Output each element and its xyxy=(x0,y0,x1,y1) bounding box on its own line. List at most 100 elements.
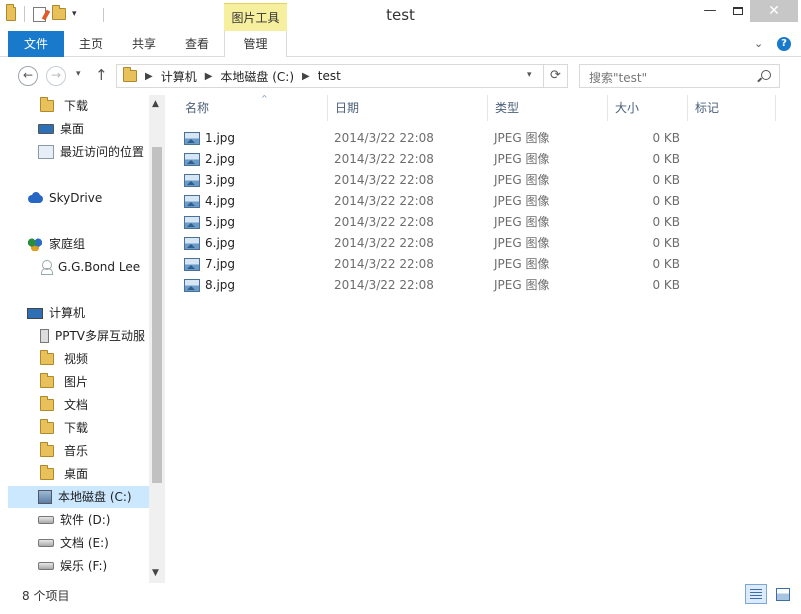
file-type: JPEG 图像 xyxy=(494,152,550,166)
folder-icon xyxy=(123,67,137,82)
breadcrumb-separator-icon[interactable]: ▶ xyxy=(145,71,153,82)
file-size: 0 KB xyxy=(652,278,680,292)
sidebar-item-drive-d[interactable]: 软件 (D:) xyxy=(38,509,110,531)
sidebar-item-homegroup[interactable]: 家庭组 xyxy=(27,233,85,255)
toolbar-divider xyxy=(24,6,25,22)
table-row[interactable]: 3.jpg 2014/3/22 22:08 JPEG 图像 0 KB xyxy=(184,170,784,191)
sidebar-item-drive-e[interactable]: 文档 (E:) xyxy=(38,532,109,554)
file-name: 4.jpg xyxy=(205,194,236,208)
table-row[interactable]: 4.jpg 2014/3/22 22:08 JPEG 图像 0 KB xyxy=(184,191,784,212)
sidebar-item-recent-places[interactable]: 最近访问的位置 xyxy=(38,141,144,163)
tab-file[interactable]: 文件 xyxy=(8,31,64,57)
sidebar-item-videos[interactable]: 视频 xyxy=(38,348,88,370)
sidebar-item-pptv[interactable]: PPTV多屏互动服 xyxy=(40,325,145,347)
sidebar-item-documents[interactable]: 文档 xyxy=(38,394,88,416)
table-row[interactable]: 6.jpg 2014/3/22 22:08 JPEG 图像 0 KB xyxy=(184,233,784,254)
sidebar-item-desktop[interactable]: 桌面 xyxy=(38,118,84,140)
scroll-up-arrow-icon[interactable]: ▲ xyxy=(152,99,159,109)
breadcrumb-test[interactable]: test xyxy=(318,69,341,83)
address-bar[interactable]: ▶ 计算机 ▶ 本地磁盘 (C:) ▶ test ▾ ⟳ xyxy=(116,64,568,88)
sidebar-item-music[interactable]: 音乐 xyxy=(38,440,88,462)
column-header-tags[interactable]: 标记 xyxy=(688,95,776,121)
table-row[interactable]: 8.jpg 2014/3/22 22:08 JPEG 图像 0 KB xyxy=(184,275,784,296)
image-file-icon xyxy=(184,153,200,166)
search-icon[interactable] xyxy=(761,70,771,80)
column-header-type[interactable]: 类型 xyxy=(488,95,608,121)
drive-icon xyxy=(38,539,54,547)
tab-home[interactable]: 主页 xyxy=(64,31,118,57)
file-size: 0 KB xyxy=(652,215,680,229)
sidebar-item-computer[interactable]: 计算机 xyxy=(27,302,85,324)
file-size: 0 KB xyxy=(652,152,680,166)
help-icon[interactable]: ? xyxy=(777,37,791,51)
breadcrumb-local-disk-c[interactable]: 本地磁盘 (C:) xyxy=(220,68,294,85)
file-date: 2014/3/22 22:08 xyxy=(334,194,434,208)
minimize-button[interactable]: — xyxy=(694,0,726,22)
sidebar-item-label: 文档 (E:) xyxy=(60,536,109,550)
sidebar-item-label: 软件 (D:) xyxy=(60,513,111,527)
breadcrumb-separator-icon[interactable]: ▶ xyxy=(302,71,310,82)
details-view-icon[interactable] xyxy=(745,584,767,604)
up-arrow-icon[interactable]: ↑ xyxy=(95,66,108,84)
sidebar-item-local-disk-c[interactable]: 本地磁盘 (C:) xyxy=(8,486,149,508)
table-row[interactable]: 5.jpg 2014/3/22 22:08 JPEG 图像 0 KB xyxy=(184,212,784,233)
sidebar-item-label: 家庭组 xyxy=(49,237,86,251)
folder-icon xyxy=(6,4,16,21)
tab-share[interactable]: 共享 xyxy=(118,31,170,57)
refresh-icon[interactable]: ⟳ xyxy=(543,65,567,87)
large-icons-view-icon[interactable] xyxy=(772,584,794,604)
picture-tools-header: 图片工具 xyxy=(224,3,287,31)
file-size: 0 KB xyxy=(652,173,680,187)
user-icon xyxy=(40,260,53,275)
sidebar-item-label: 文档 xyxy=(64,398,89,412)
search-input[interactable]: 搜索"test" xyxy=(579,64,780,88)
tab-view[interactable]: 查看 xyxy=(170,31,224,57)
address-history-dropdown-icon[interactable]: ▾ xyxy=(527,70,532,80)
properties-icon[interactable] xyxy=(33,6,46,22)
back-button[interactable]: ← xyxy=(18,66,38,86)
breadcrumb-computer[interactable]: 计算机 xyxy=(161,68,197,85)
file-name-cell: 1.jpg xyxy=(184,128,235,149)
sidebar-item-user[interactable]: G.G.Bond Lee xyxy=(40,256,140,278)
breadcrumb-separator-icon[interactable]: ▶ xyxy=(205,71,213,82)
folder-icon xyxy=(40,373,54,388)
sidebar-item-skydrive[interactable]: SkyDrive xyxy=(27,187,102,209)
drive-icon xyxy=(38,562,54,570)
column-header-size[interactable]: 大小 xyxy=(608,95,688,121)
table-row[interactable]: 2.jpg 2014/3/22 22:08 JPEG 图像 0 KB xyxy=(184,149,784,170)
file-date: 2014/3/22 22:08 xyxy=(334,236,434,250)
column-header-date[interactable]: 日期 xyxy=(328,95,488,121)
sidebar-item-drive-f[interactable]: 娱乐 (F:) xyxy=(38,555,107,577)
sidebar-item-downloads-library[interactable]: 下载 xyxy=(38,417,88,439)
file-date: 2014/3/22 22:08 xyxy=(334,173,434,187)
sidebar-item-desktop-library[interactable]: 桌面 xyxy=(38,463,88,485)
sidebar-item-downloads[interactable]: 下载 xyxy=(38,95,88,117)
sidebar-item-label: 图片 xyxy=(64,375,89,389)
tab-manage[interactable]: 管理 xyxy=(224,31,287,58)
table-row[interactable]: 7.jpg 2014/3/22 22:08 JPEG 图像 0 KB xyxy=(184,254,784,275)
recent-locations-dropdown-icon[interactable]: ▾ xyxy=(76,69,81,79)
sidebar-item-label: 娱乐 (F:) xyxy=(60,559,108,573)
sidebar-item-label: 桌面 xyxy=(60,122,85,136)
close-button[interactable]: ✕ xyxy=(750,0,798,22)
expand-ribbon-chevron-icon[interactable]: ⌄ xyxy=(754,37,763,50)
table-row[interactable]: 1.jpg 2014/3/22 22:08 JPEG 图像 0 KB xyxy=(184,128,784,149)
sidebar-item-pictures[interactable]: 图片 xyxy=(38,371,88,393)
file-name: 5.jpg xyxy=(205,215,236,229)
scroll-down-arrow-icon[interactable]: ▼ xyxy=(152,568,159,578)
column-header-name[interactable]: ^ 名称 xyxy=(178,94,328,121)
item-count: 8 个项目 xyxy=(22,589,70,603)
sidebar-item-label: 最近访问的位置 xyxy=(60,145,145,159)
scrollbar-thumb[interactable] xyxy=(152,147,162,483)
new-folder-icon[interactable] xyxy=(52,5,66,20)
sidebar-item-label: 计算机 xyxy=(49,306,86,320)
file-name-cell: 6.jpg xyxy=(184,233,235,254)
forward-button[interactable]: → xyxy=(46,66,66,86)
navigation-pane-scrollbar[interactable]: ▲ ▼ xyxy=(149,95,165,583)
customize-toolbar-dropdown-icon[interactable]: ▾ xyxy=(72,9,77,19)
maximize-button[interactable] xyxy=(726,0,750,22)
file-date: 2014/3/22 22:08 xyxy=(334,215,434,229)
file-name-cell: 7.jpg xyxy=(184,254,235,275)
toolbar-divider xyxy=(103,8,104,22)
folder-icon xyxy=(40,465,54,480)
